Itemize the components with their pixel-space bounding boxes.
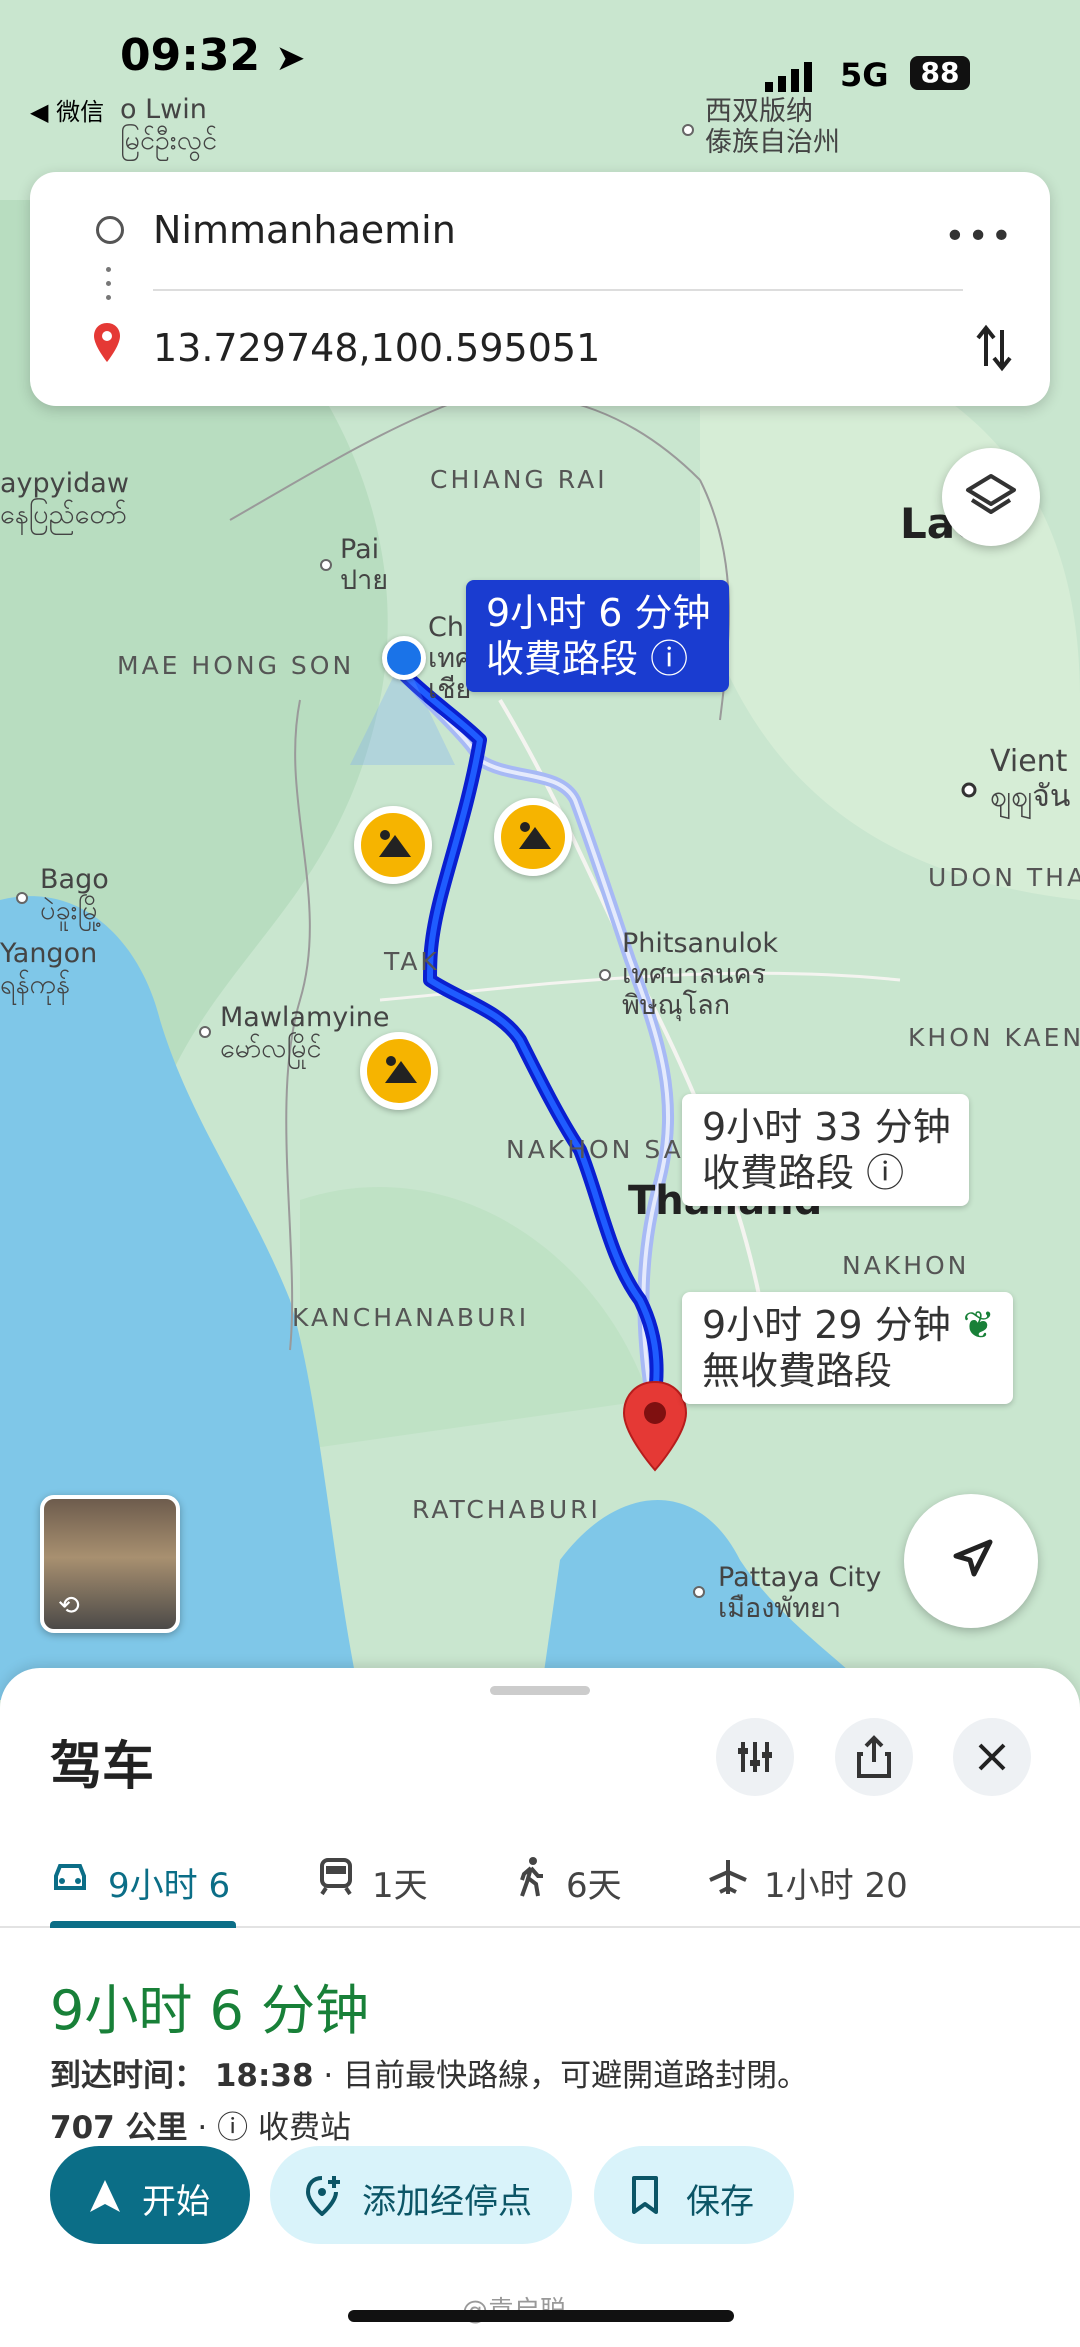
route-distance: 707 公里 [50,2110,188,2146]
navigation-arrow-icon [953,1539,993,1577]
map-label-kanchanaburi: KANCHANABURI [292,1303,530,1332]
sliders-icon [738,1742,772,1772]
route-callout-alt-1[interactable]: 9小时 33 分钟 收費路段 ⓘ [682,1094,969,1206]
car-icon [54,1864,86,1890]
map-label-chiang-rai: CHIANG RAI [430,465,608,494]
layers-icon [966,474,1016,514]
map-label-nakhon-sawan: NAKHON SA [506,1135,684,1164]
roadwork-icon[interactable] [360,1032,438,1110]
tab-walking[interactable]: 6天 [516,1828,636,1926]
route-duration: 9小时 6 分钟 [50,1979,370,2042]
signal-icon [765,62,812,92]
share-button[interactable] [835,1718,913,1796]
map-label-yangon: Yangon ရန်ကုန် [0,938,98,1001]
destination-row[interactable]: 13.729748,100.595051 [30,308,1050,388]
route-options-button[interactable] [716,1718,794,1796]
home-indicator[interactable] [348,2310,734,2322]
roadwork-icon[interactable] [494,798,572,876]
save-button[interactable]: 保存 [594,2146,794,2244]
toll-label: 收费站 [257,2110,351,2146]
tab-driving[interactable]: 9小时 6 [50,1828,240,1928]
tab-flights-label: 1小时 20 [764,1866,908,1906]
arrival-note: · 目前最快路線，可避開道路封閉。 [323,2058,809,2094]
map-label-udon-thani: UDON THA [928,863,1080,892]
origin-field[interactable]: Nimmanhaemin [153,208,456,252]
map-label-ratchaburi: RATCHABURI [412,1495,601,1524]
map-label-vientiane: Vient ဈဈจัน [990,744,1071,814]
route-callout-toll: 收費路段 ⓘ [486,637,689,681]
sheet-drag-handle[interactable] [490,1686,590,1695]
recenter-button[interactable] [904,1494,1038,1628]
close-icon [978,1743,1006,1771]
more-options-icon[interactable]: ••• [944,216,1014,257]
map-label-khon-kaen: KHON KAEN [908,1023,1080,1052]
active-tab-indicator [50,1921,236,1928]
divider [153,289,963,291]
route-callout-toll: 無收費路段 [702,1349,893,1393]
map-label-pattaya: Pattaya City เมืองพัทยา [718,1562,882,1625]
roadwork-icon[interactable] [354,806,432,884]
directions-sheet: 驾车 9小时 6 1天 6天 1小时 20 9小时 6 分钟 到达时间： 18:… [0,1668,1080,2347]
walk-icon [520,1857,543,1897]
map-label-phitsanulok: Phitsanulok เทศบาลนคร พิษณุโลก [622,928,778,1022]
route-callout-duration: 9小时 6 分钟 [486,591,711,635]
train-icon [320,1858,352,1896]
rotate-icon: ⟲ [58,1591,80,1621]
back-to-app-link[interactable]: ◀ 微信 [30,92,104,127]
arrival-time: 18:38 [214,2058,314,2094]
map-label-po-lwin: o Lwin မြင်ဦးလွင် [120,94,218,157]
tab-flights[interactable]: 1小时 20 [708,1828,948,1926]
arrival-label: 到达时间： [50,2058,205,2094]
share-icon [857,1735,891,1778]
map-label-bago: Bago ပဲခူးမြို့ [40,864,109,927]
tab-transit-label: 1天 [372,1866,428,1906]
street-view-thumbnail[interactable]: ⟲ [40,1495,180,1633]
route-callout-selected[interactable]: 9小时 6 分钟 收費路段 ⓘ [466,580,729,692]
origin-row[interactable]: Nimmanhaemin ••• [30,190,1050,270]
save-button-label: 保存 [686,2182,754,2222]
layers-button[interactable] [942,448,1040,546]
bookmark-icon [632,2176,658,2214]
separator-dot: · [197,2110,208,2146]
add-stop-button[interactable]: 添加经停点 [270,2146,572,2244]
route-callout-toll: 收費路段 ⓘ [702,1151,905,1195]
tab-driving-label: 9小时 6 [108,1866,231,1906]
network-type: 5G [840,56,889,94]
add-stop-button-label: 添加经停点 [362,2182,532,2222]
map-label-nakhon: NAKHON [842,1251,970,1280]
route-callout-duration: 9小时 33 分钟 [702,1105,951,1149]
sheet-title: 驾车 [50,1737,155,1797]
arrival-info: 到达时间： 18:38 · 目前最快路線，可避開道路封閉。 [50,2050,808,2095]
navigation-arrow-icon [90,2180,120,2212]
plane-icon [709,1860,747,1894]
map-label-mae-hong-son: MAE HONG SON [117,651,355,680]
location-arrow-icon: ➤ [275,38,306,79]
map-label-naypyidaw: aypyidaw နေပြည်တော် [0,468,129,531]
eco-leaf-icon: ❦ [962,1303,995,1347]
battery-indicator: 88 [910,56,970,90]
route-dots-icon [106,267,111,309]
start-button[interactable]: 开始 [50,2146,250,2244]
destination-pin-icon [94,323,120,362]
tab-transit[interactable]: 1天 [318,1828,438,1926]
map-label-tak: TAK [384,947,440,976]
status-time: 09:32 ➤ [120,30,306,81]
map-label-pai: Pai ปาย [340,534,389,597]
start-button-label: 开始 [142,2182,210,2222]
current-location-dot [382,636,426,680]
travel-mode-tabs: 9小时 6 1天 6天 1小时 20 [0,1828,1080,1928]
distance-info: 707 公里 · ⓘ 收费站 [50,2102,351,2147]
route-callout-duration: 9小时 29 分钟 ❦ [702,1303,995,1347]
map-label-xishuangbanna: 西双版纳 傣族自治州 [705,96,840,159]
route-callout-alt-2[interactable]: 9小时 29 分钟 ❦ 無收費路段 [682,1292,1013,1404]
toll-icon: ⓘ [217,2110,249,2146]
destination-field[interactable]: 13.729748,100.595051 [153,326,600,370]
add-location-icon [305,2176,340,2216]
close-button[interactable] [953,1718,1031,1796]
swap-direction-icon[interactable] [974,322,1014,374]
origin-circle-icon [96,216,124,244]
tab-walking-label: 6天 [566,1866,622,1906]
directions-input-card: Nimmanhaemin ••• 13.729748,100.595051 [30,172,1050,406]
status-bar: 09:32 ➤ ◀ 微信 5G 88 [0,30,1080,126]
